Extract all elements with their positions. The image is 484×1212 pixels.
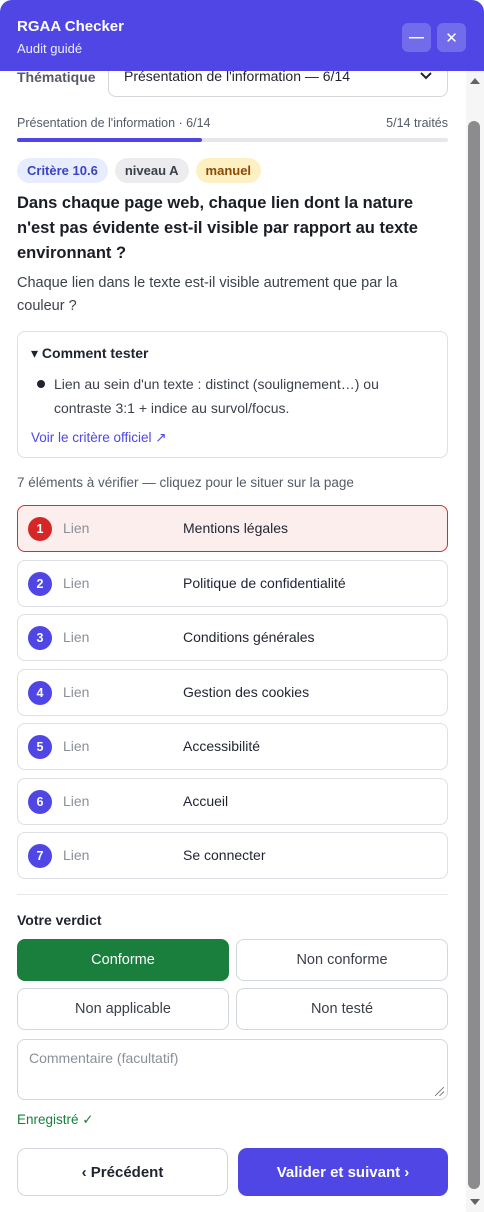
item-label: Accessibilité (183, 738, 261, 754)
verdict-non-conforme-button[interactable]: Non conforme (236, 939, 448, 981)
chevron-down-icon (420, 71, 432, 83)
bullet-icon (37, 380, 45, 388)
level-badge: niveau A (114, 158, 189, 183)
scrollbar-thumb[interactable] (468, 121, 480, 1189)
list-item[interactable]: 1 Lien Mentions légales (17, 505, 448, 552)
item-label: Politique de confidentialité (183, 575, 346, 591)
app-title: RGAA Checker (17, 18, 124, 35)
item-type: Lien (63, 575, 90, 591)
comment-textarea[interactable]: Commentaire (facultatif) (17, 1039, 448, 1100)
rgaa-checker-panel: RGAA Checker Audit guidé — ✕ Thématique … (0, 0, 484, 1212)
elements-count-label: 7 éléments à vérifier — cliquez pour le … (17, 475, 354, 490)
criterion-badges: Critère 10.6 niveau A manuel (17, 158, 262, 183)
item-number: 5 (28, 735, 52, 759)
list-item[interactable]: 6 Lien Accueil (17, 778, 448, 825)
mode-badge: manuel (195, 158, 262, 183)
item-number: 3 (28, 626, 52, 650)
thematique-select[interactable]: Présentation de l'information — 6/14 (108, 71, 448, 97)
item-label: Accueil (183, 793, 229, 809)
validate-next-button[interactable]: Valider et suivant › (238, 1148, 448, 1196)
item-label: Se connecter (183, 847, 266, 863)
item-label: Conditions générales (183, 629, 315, 645)
scrollbar[interactable] (466, 71, 484, 1212)
criterion-question: Dans chaque page web, chaque lien dont l… (17, 194, 418, 262)
verdict-non-applicable-button[interactable]: Non applicable (17, 988, 229, 1030)
close-icon: ✕ (445, 29, 458, 47)
how-to-test-panel: ▾ Comment tester Lien au sein d'un texte… (17, 331, 448, 458)
item-number: 7 (28, 844, 52, 868)
item-number: 6 (28, 790, 52, 814)
progress-count: 5/14 traités (386, 116, 448, 130)
item-number: 4 (28, 681, 52, 705)
progress-bar (17, 138, 448, 142)
list-item[interactable]: 5 Lien Accessibilité (17, 723, 448, 770)
app-subtitle: Audit guidé (17, 41, 83, 56)
panel-header: RGAA Checker Audit guidé — ✕ (0, 0, 484, 71)
item-number: 1 (28, 517, 52, 541)
list-item[interactable]: 7 Lien Se connecter (17, 832, 448, 879)
item-label: Gestion des cookies (183, 684, 310, 700)
verdict-label: Votre verdict (17, 912, 102, 928)
progress-section: Présentation de l'information · 6/14 (17, 116, 211, 130)
progress-info: Présentation de l'information · 6/14 5/1… (17, 116, 448, 130)
thematique-label: Thématique (17, 71, 96, 85)
how-to-test-toggle[interactable]: ▾ Comment tester (31, 345, 149, 362)
item-type: Lien (63, 684, 90, 700)
previous-button[interactable]: ‹ Précédent (17, 1148, 228, 1196)
resize-grip-icon[interactable] (435, 1087, 444, 1096)
progress-bar-fill (17, 138, 203, 142)
thematique-selected-value: Présentation de l'information — 6/14 (124, 71, 351, 84)
item-type: Lien (63, 847, 90, 863)
list-item[interactable]: 2 Lien Politique de confidentialité (17, 560, 448, 607)
verdict-non-teste-button[interactable]: Non testé (236, 988, 448, 1030)
item-number: 2 (28, 572, 52, 596)
criterion-badge: Critère 10.6 (17, 158, 108, 183)
saved-status: Enregistré ✓ (17, 1112, 94, 1127)
scroll-down-arrow-icon[interactable] (470, 1199, 480, 1205)
minimize-button[interactable]: — (402, 23, 431, 52)
comment-placeholder: Commentaire (facultatif) (29, 1050, 179, 1066)
list-item[interactable]: 4 Lien Gestion des cookies (17, 669, 448, 716)
item-type: Lien (63, 793, 90, 809)
item-type: Lien (63, 520, 90, 536)
item-type: Lien (63, 738, 90, 754)
section-divider (17, 894, 448, 895)
item-label: Mentions légales (183, 520, 289, 536)
official-criterion-link[interactable]: Voir le critère officiel ↗ (31, 430, 167, 446)
list-item[interactable]: 3 Lien Conditions générales (17, 614, 448, 661)
how-to-test-text: Lien au sein d'un texte : distinct (soul… (54, 376, 379, 416)
scroll-up-arrow-icon[interactable] (470, 78, 480, 84)
verdict-conforme-button[interactable]: Conforme (17, 939, 229, 981)
scroll-content: Thématique Présentation de l'information… (0, 71, 466, 1212)
minimize-icon: — (409, 29, 424, 46)
item-type: Lien (63, 629, 90, 645)
close-button[interactable]: ✕ (437, 23, 466, 52)
criterion-subquestion: Chaque lien dans le texte est-il visible… (17, 275, 398, 314)
